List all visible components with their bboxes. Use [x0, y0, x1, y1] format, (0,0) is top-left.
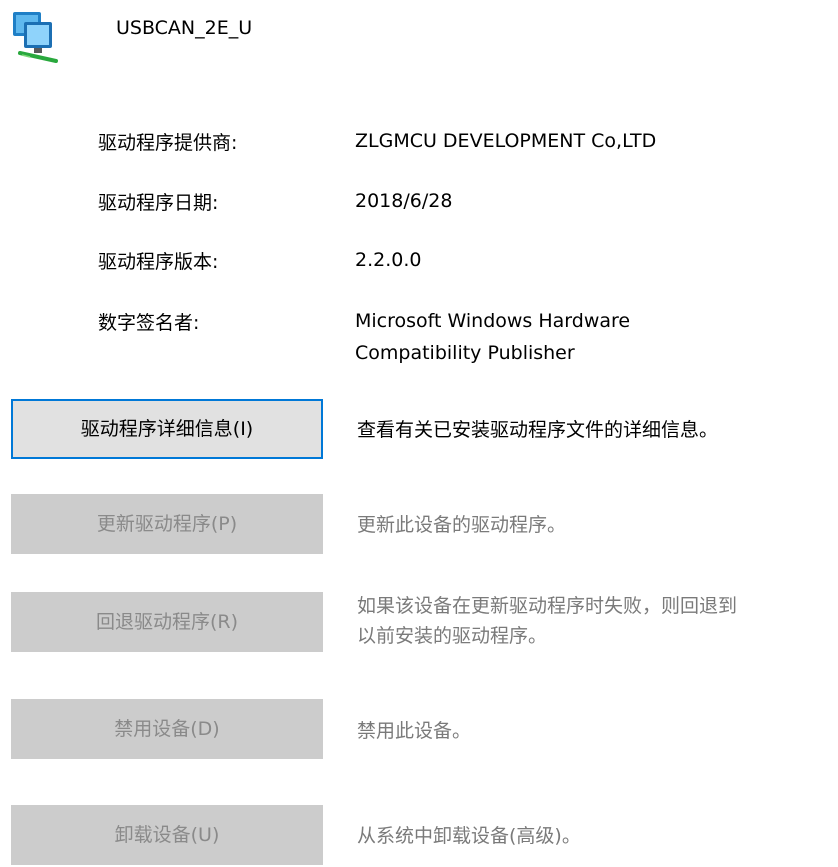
uninstall-device-description: 从系统中卸载设备(高级)。 — [357, 825, 581, 847]
driver-date-value: 2018/6/28 — [355, 190, 453, 212]
driver-version-value: 2.2.0.0 — [355, 249, 422, 271]
device-name: USBCAN_2E_U — [116, 17, 253, 39]
digital-signer-value-line2: Compatibility Publisher — [355, 342, 575, 364]
driver-date-label: 驱动程序日期: — [98, 192, 219, 214]
roll-back-driver-description-line1: 如果该设备在更新驱动程序时失败，则回退到 — [357, 595, 738, 617]
digital-signer-label: 数字签名者: — [98, 312, 200, 334]
disable-device-button[interactable]: 禁用设备(D) — [11, 699, 323, 759]
driver-provider-label: 驱动程序提供商: — [98, 132, 238, 154]
driver-provider-value: ZLGMCU DEVELOPMENT Co,LTD — [355, 130, 657, 152]
digital-signer-value-line1: Microsoft Windows Hardware — [355, 310, 631, 332]
disable-device-description: 禁用此设备。 — [357, 720, 472, 742]
roll-back-driver-button[interactable]: 回退驱动程序(R) — [11, 592, 323, 652]
uninstall-device-button[interactable]: 卸载设备(U) — [11, 805, 323, 865]
driver-details-description: 查看有关已安装驱动程序文件的详细信息。 — [357, 419, 719, 441]
update-driver-description: 更新此设备的驱动程序。 — [357, 514, 567, 536]
driver-details-button[interactable]: 驱动程序详细信息(I) — [11, 399, 323, 459]
network-adapter-icon — [10, 8, 70, 64]
update-driver-button[interactable]: 更新驱动程序(P) — [11, 494, 323, 554]
driver-version-label: 驱动程序版本: — [98, 251, 219, 273]
roll-back-driver-description-line2: 以前安装的驱动程序。 — [357, 625, 548, 647]
